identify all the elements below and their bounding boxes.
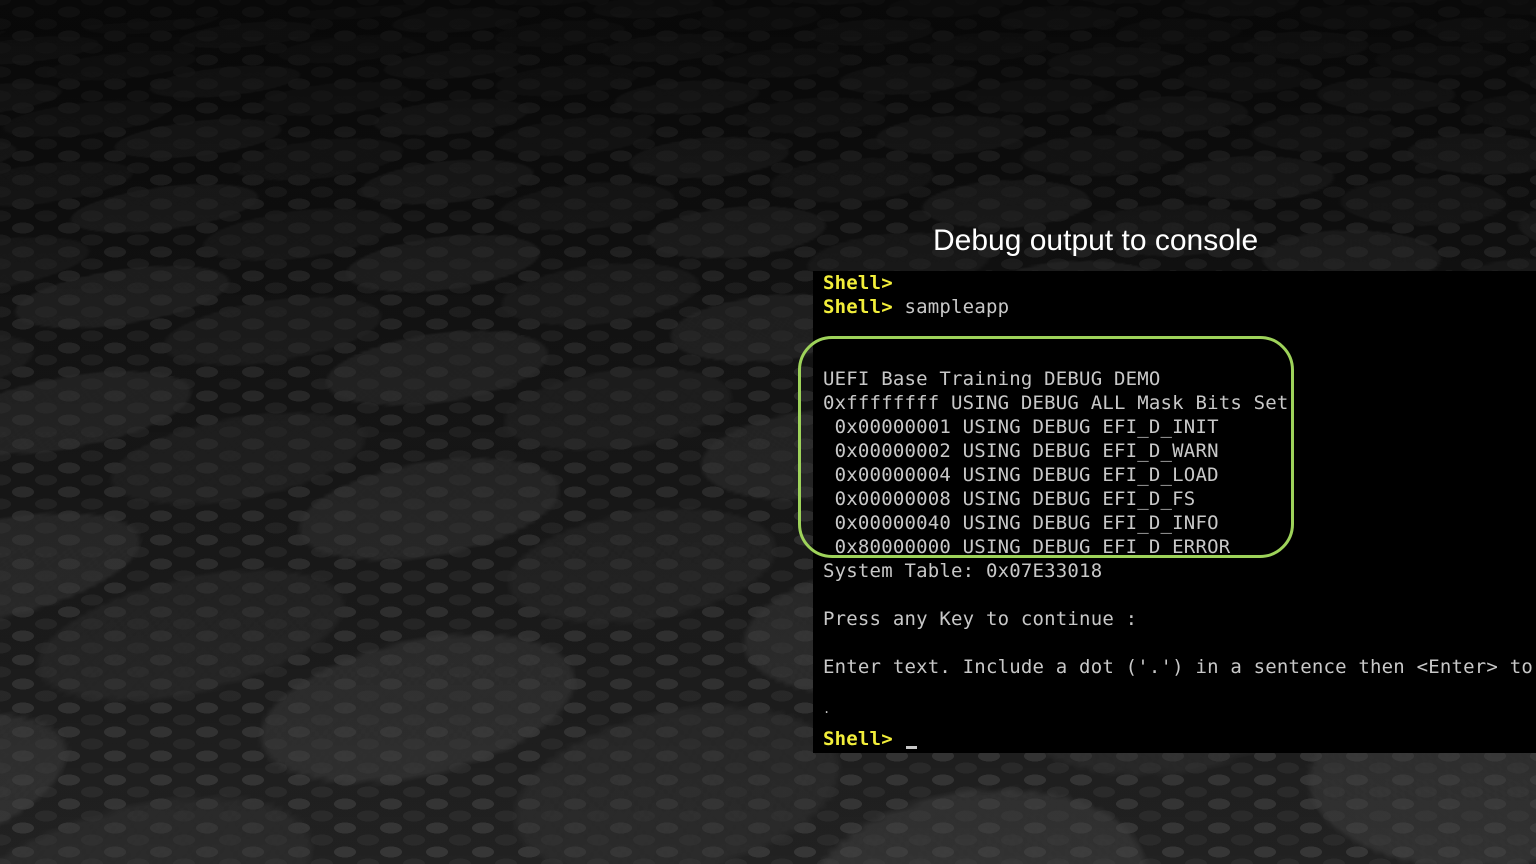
debug-line: 0x80000000 USING DEBUG EFI_D_ERROR: [823, 536, 1231, 558]
dot-line: .: [823, 702, 831, 716]
debug-line: 0x00000002 USING DEBUG EFI_D_WARN: [823, 440, 1219, 462]
system-table-line: System Table: 0x07E33018: [823, 560, 1103, 582]
slide-background: Debug output to console Shell> Shell> sa…: [0, 0, 1536, 864]
debug-line: 0x00000040 USING DEBUG EFI_D_INFO: [823, 512, 1219, 534]
slide-caption: Debug output to console: [933, 224, 1259, 257]
debug-line: 0x00000001 USING DEBUG EFI_D_INIT: [823, 416, 1219, 438]
debug-line: 0x00000008 USING DEBUG EFI_D_FS: [823, 488, 1196, 510]
shell-prompt: Shell>: [823, 728, 893, 750]
text-cursor[interactable]: [906, 746, 918, 749]
shell-prompt: Shell>: [823, 272, 893, 294]
debug-line: 0xffffffff USING DEBUG ALL Mask Bits Set: [823, 392, 1289, 414]
press-key-line: Press any Key to continue :: [823, 608, 1138, 630]
command-text: sampleapp: [904, 296, 1010, 318]
console-line-command: Shell> sampleapp: [823, 295, 1009, 319]
debug-line: 0x00000004 USING DEBUG EFI_D_LOAD: [823, 464, 1219, 486]
console-line-prompt-final: Shell>: [823, 727, 918, 751]
enter-text-line: Enter text. Include a dot ('.') in a sen…: [823, 656, 1536, 678]
console-line-prompt-1: Shell>: [823, 271, 893, 295]
debug-line: UEFI Base Training DEBUG DEMO: [823, 368, 1161, 390]
uefi-shell-console[interactable]: Shell> Shell> sampleapp UEFI Base Traini…: [813, 271, 1536, 753]
shell-prompt: Shell>: [823, 296, 893, 318]
